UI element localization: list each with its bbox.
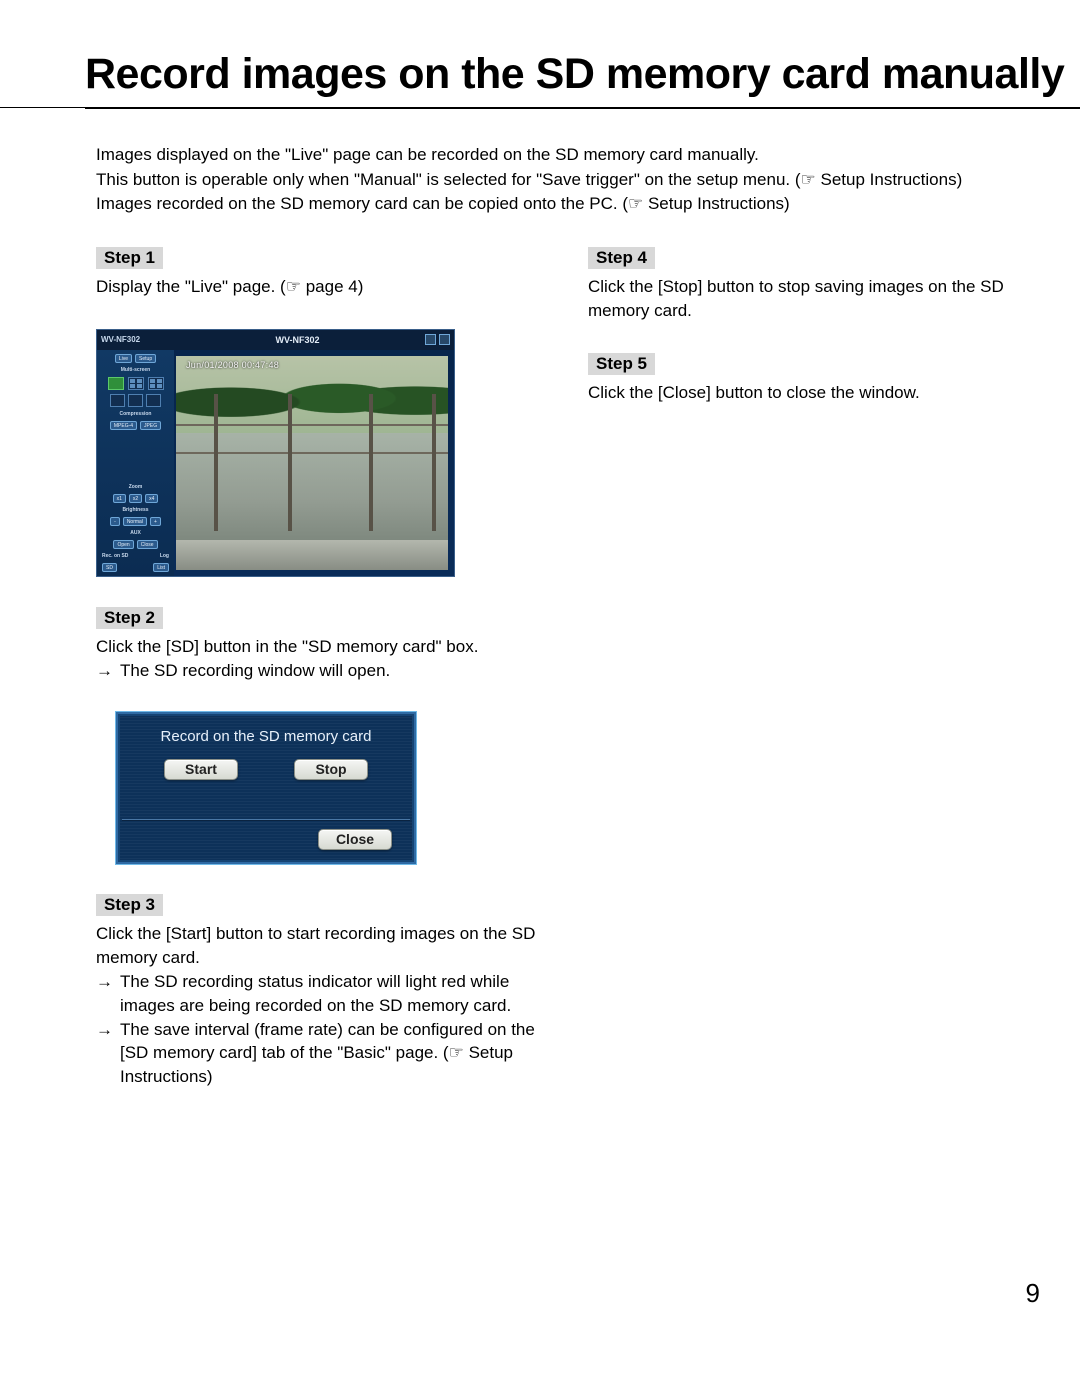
- multi-view-icon[interactable]: [110, 394, 125, 407]
- zoom-x2-button[interactable]: x2: [129, 494, 142, 503]
- camera-model-small: WV-NF302: [101, 335, 140, 344]
- timestamp-overlay: Jun/01/2008 00:47:48: [186, 360, 279, 370]
- step-4-body: Click the [Stop] button to stop saving i…: [588, 275, 1050, 323]
- step-3-arrow2: The save interval (frame rate) can be co…: [120, 1018, 558, 1089]
- quad-view-icon[interactable]: [148, 377, 164, 390]
- step-1-text-b: page 4): [301, 277, 363, 296]
- close-button[interactable]: Close: [318, 829, 392, 850]
- camera-title: WV-NF302: [246, 335, 320, 345]
- pointer-icon: ☞: [801, 170, 816, 189]
- camera-view: Jun/01/2008 00:47:48: [176, 356, 448, 570]
- intro-line-3a: Images recorded on the SD memory card ca…: [96, 194, 628, 213]
- log-list-button[interactable]: List: [153, 563, 169, 572]
- step-2-line1: Click the [SD] button in the "SD memory …: [96, 635, 558, 659]
- multi-view-icon[interactable]: [146, 394, 161, 407]
- step-5-body: Click the [Close] button to close the wi…: [588, 381, 1050, 405]
- arrow-icon: →: [96, 970, 120, 1018]
- step-3-arrow1: The SD recording status indicator will l…: [120, 970, 558, 1018]
- brightness-minus-button[interactable]: -: [110, 517, 120, 526]
- step-2-body: Click the [SD] button in the "SD memory …: [96, 635, 558, 683]
- page-heading: Record images on the SD memory card manu…: [0, 50, 1080, 107]
- step-2-tag: Step 2: [96, 607, 163, 629]
- mpeg4-button[interactable]: MPEG-4: [110, 421, 137, 430]
- step-2-arrow-text: The SD recording window will open.: [120, 659, 390, 683]
- right-column: Step 4 Click the [Stop] button to stop s…: [588, 247, 1050, 1119]
- multiscreen-label: Multi-screen: [100, 367, 171, 373]
- pointer-icon: ☞: [449, 1043, 464, 1062]
- multi-view-icon[interactable]: [128, 394, 143, 407]
- zoom-x1-button[interactable]: x1: [113, 494, 126, 503]
- zoom-label: Zoom: [100, 484, 171, 490]
- brightness-normal-button[interactable]: Normal: [123, 517, 147, 526]
- aux-open-button[interactable]: Open: [113, 540, 133, 549]
- start-button[interactable]: Start: [164, 759, 238, 780]
- aux-close-button[interactable]: Close: [137, 540, 158, 549]
- sd-status-icon: [439, 334, 450, 345]
- document-page: Record images on the SD memory card manu…: [0, 0, 1080, 1399]
- left-column: Step 1 Display the "Live" page. (☞ page …: [96, 247, 558, 1119]
- setup-button[interactable]: Setup: [135, 354, 156, 363]
- rec-on-sd-label: Rec. on SD: [102, 553, 128, 559]
- intro-line-1: Images displayed on the "Live" page can …: [96, 145, 759, 164]
- step-1-tag: Step 1: [96, 247, 163, 269]
- aux-label: AUX: [100, 530, 171, 536]
- step-3-line1: Click the [Start] button to start record…: [96, 922, 558, 970]
- audio-icon: [425, 334, 436, 345]
- stop-button[interactable]: Stop: [294, 759, 368, 780]
- pointer-icon: ☞: [628, 194, 643, 213]
- quad-view-icon[interactable]: [128, 377, 144, 390]
- arrow-icon: →: [96, 1018, 120, 1089]
- pointer-icon: ☞: [286, 277, 301, 296]
- sd-window-title: Record on the SD memory card: [118, 714, 414, 745]
- step-3-body: Click the [Start] button to start record…: [96, 922, 558, 1089]
- intro-line-2a: This button is operable only when "Manua…: [96, 170, 801, 189]
- log-label: Log: [160, 553, 169, 559]
- figure-live-page: WV-NF302 WV-NF302 Live Setup Multi-scree…: [96, 329, 455, 577]
- page-number: 9: [1026, 1278, 1040, 1309]
- arrow-icon: →: [96, 659, 120, 683]
- step-3-tag: Step 3: [96, 894, 163, 916]
- jpeg-button[interactable]: JPEG: [140, 421, 161, 430]
- step-1-text-a: Display the "Live" page. (: [96, 277, 286, 296]
- intro-line-3b: Setup Instructions): [643, 194, 789, 213]
- step-1-body: Display the "Live" page. (☞ page 4): [96, 275, 558, 299]
- sd-button[interactable]: SD: [102, 563, 117, 572]
- intro-line-2b: Setup Instructions): [816, 170, 962, 189]
- single-view-button[interactable]: [108, 377, 124, 390]
- step-4-tag: Step 4: [588, 247, 655, 269]
- figure-sd-record-window: Record on the SD memory card Start Stop …: [116, 712, 416, 864]
- live-sidebar: Live Setup Multi-screen: [97, 350, 174, 576]
- brightness-plus-button[interactable]: +: [150, 517, 161, 526]
- step-5-tag: Step 5: [588, 353, 655, 375]
- compression-label: Compression: [100, 411, 171, 417]
- intro-paragraph: Images displayed on the "Live" page can …: [0, 109, 1080, 217]
- zoom-x4-button[interactable]: x4: [145, 494, 158, 503]
- live-button[interactable]: Live: [115, 354, 132, 363]
- brightness-label: Brightness: [100, 507, 171, 513]
